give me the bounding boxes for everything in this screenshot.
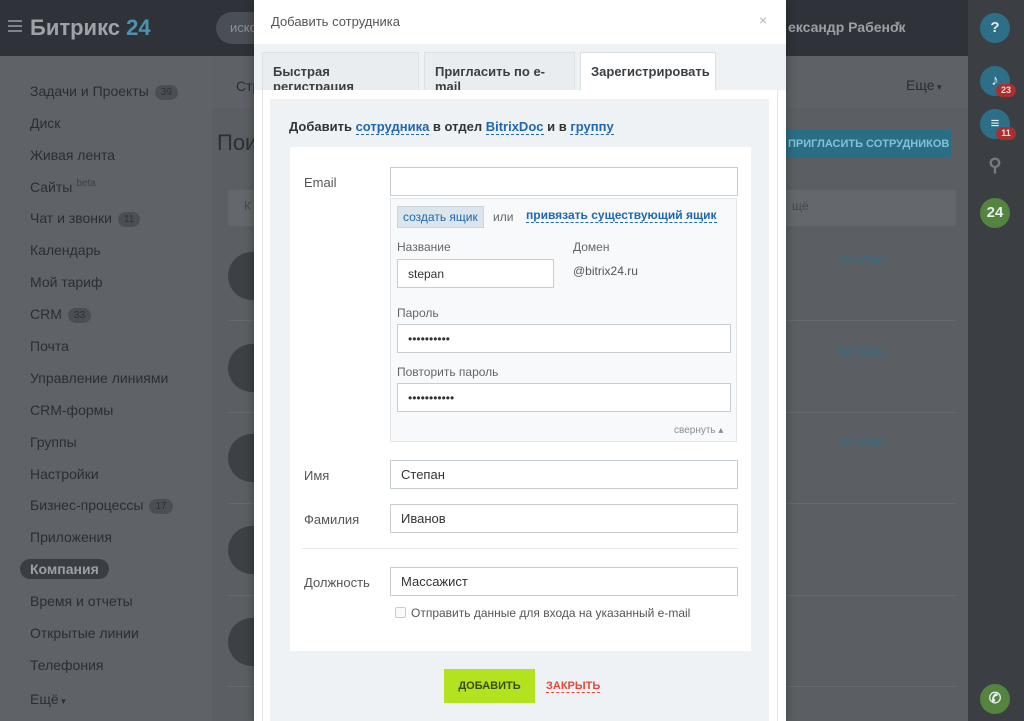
department-link[interactable]: BitrixDoc	[485, 119, 544, 135]
sidebar-item-crm-forms[interactable]: CRM-формы	[30, 402, 113, 418]
sidebar-item-mail[interactable]: Почта	[30, 338, 69, 354]
counter-badge: 17	[149, 499, 173, 514]
filter-right-label: щё	[792, 199, 809, 213]
filter-left-label: К	[244, 199, 251, 213]
counter-badge: 11	[117, 212, 141, 227]
bind-existing-mailbox-link[interactable]: привязать существующий ящик	[526, 209, 717, 223]
phone-icon[interactable]: ✆	[980, 684, 1010, 714]
right-toolbar: ? ♪ 23 ≡ 11 ⚲ 24 ✆	[968, 0, 1024, 721]
help-icon[interactable]: ?	[980, 13, 1010, 43]
send-credentials-label[interactable]: Отправить данные для входа на указанный …	[411, 606, 690, 620]
sidebar-item-groups[interactable]: Группы	[30, 434, 77, 450]
more-menu[interactable]: Еще ▾	[906, 77, 942, 93]
department-link[interactable]: BitrixDoc	[838, 344, 886, 358]
sidebar-item-telephony[interactable]: Телефония	[30, 657, 103, 673]
bell-icon[interactable]: ♪ 23	[980, 66, 1016, 97]
sidebar-item-chat[interactable]: Чат и звонки 11	[30, 210, 141, 227]
sidebar-item-calendar[interactable]: Календарь	[30, 242, 101, 258]
group-link[interactable]: группу	[570, 119, 614, 135]
sidebar-item-sites[interactable]: Сайты beta	[30, 178, 96, 195]
add-employee-dialog: Добавить сотрудника × Быстрая регистраци…	[254, 0, 786, 721]
send-credentials-checkbox[interactable]	[395, 607, 406, 618]
sidebar-item-time[interactable]: Время и отчеты	[30, 593, 133, 609]
sidebar-item-tasks[interactable]: Задачи и Проекты 39	[30, 83, 178, 100]
department-link[interactable]: BitrixDoc	[838, 253, 886, 267]
last-name-label: Фамилия	[304, 512, 360, 527]
tab-register[interactable]: Зарегистрировать	[580, 52, 716, 92]
counter-badge: 33	[67, 308, 92, 323]
tab-invite-by-email[interactable]: Пригласить по e-mail	[424, 52, 575, 94]
sidebar-item-apps[interactable]: Приложения	[30, 529, 112, 545]
first-name-label: Имя	[304, 468, 330, 483]
notification-count: 23	[996, 84, 1016, 97]
tab-quick-registration[interactable]: Быстрая регистрация	[262, 52, 419, 94]
employee-link[interactable]: сотрудника	[355, 119, 430, 135]
domain-value: @bitrix24.ru	[573, 264, 638, 278]
sidebar-item-lines[interactable]: Управление линиями	[30, 370, 168, 386]
brand-name: Битрикс	[30, 15, 121, 40]
password-field[interactable]	[397, 324, 731, 353]
invite-employees-button[interactable]: ПРИГЛАСИТЬ СОТРУДНИКОВ	[780, 130, 951, 158]
email-label: Email	[304, 175, 337, 190]
chat-count: 11	[996, 127, 1016, 140]
sidebar-item-company[interactable]: Компания	[20, 559, 109, 579]
page-title: Пои	[217, 130, 258, 155]
brand-number: 24	[126, 15, 151, 40]
mailbox-name-field[interactable]	[397, 259, 554, 288]
last-name-field[interactable]	[390, 504, 738, 533]
or-label: или	[493, 210, 514, 224]
sidebar-item-more[interactable]: Ещё ▾	[30, 691, 66, 707]
close-icon[interactable]: ×	[759, 12, 767, 28]
menu-icon[interactable]	[8, 20, 22, 32]
search-icon[interactable]: ⚲	[980, 150, 1010, 180]
chevron-down-icon[interactable]: ▾	[895, 19, 900, 30]
form-headline: Добавить сотрудника в отдел BitrixDoc и …	[289, 119, 614, 135]
position-field[interactable]	[390, 567, 738, 596]
sidebar-item-open-lines[interactable]: Открытые линии	[30, 625, 139, 641]
email-field[interactable]	[390, 167, 738, 196]
create-mailbox-button[interactable]: создать ящик	[397, 206, 484, 228]
repeat-password-label: Повторить пароль	[397, 365, 499, 379]
sidebar-item-disk[interactable]: Диск	[30, 115, 60, 131]
close-button[interactable]: ЗАКРЫТЬ	[546, 680, 601, 693]
position-label: Должность	[304, 575, 370, 590]
dialog-title: Добавить сотрудника	[271, 14, 400, 29]
collapse-link[interactable]: свернуть ▴	[674, 425, 723, 436]
sidebar-item-feed[interactable]: Живая лента	[30, 147, 115, 163]
repeat-password-field[interactable]	[397, 383, 731, 412]
beta-label: beta	[76, 178, 96, 189]
sidebar-item-tariff[interactable]: Мой тариф	[30, 274, 102, 290]
user-name[interactable]: ександр Рабенок	[788, 19, 906, 35]
sidebar-item-bizproc[interactable]: Бизнес-процессы 17	[30, 497, 173, 514]
counter-badge: 39	[154, 85, 178, 100]
sidebar-item-crm[interactable]: CRM 33	[30, 306, 92, 323]
department-link[interactable]: BitrixDoc	[838, 435, 886, 449]
form-divider	[302, 548, 738, 549]
bitrix24-icon[interactable]: 24	[980, 198, 1010, 228]
first-name-field[interactable]	[390, 460, 738, 489]
domain-label: Домен	[573, 240, 610, 254]
chat-icon[interactable]: ≡ 11	[980, 109, 1016, 140]
add-button[interactable]: ДОБАВИТЬ	[444, 669, 535, 703]
brand-logo[interactable]: Битрикс 24	[30, 15, 151, 41]
search-placeholder: иско	[230, 20, 257, 35]
password-label: Пароль	[397, 306, 439, 320]
sidebar: Задачи и Проекты 39 Диск Живая лента Сайт…	[0, 56, 212, 721]
sidebar-item-settings[interactable]: Настройки	[30, 466, 99, 482]
mailbox-name-label: Название	[397, 240, 451, 254]
